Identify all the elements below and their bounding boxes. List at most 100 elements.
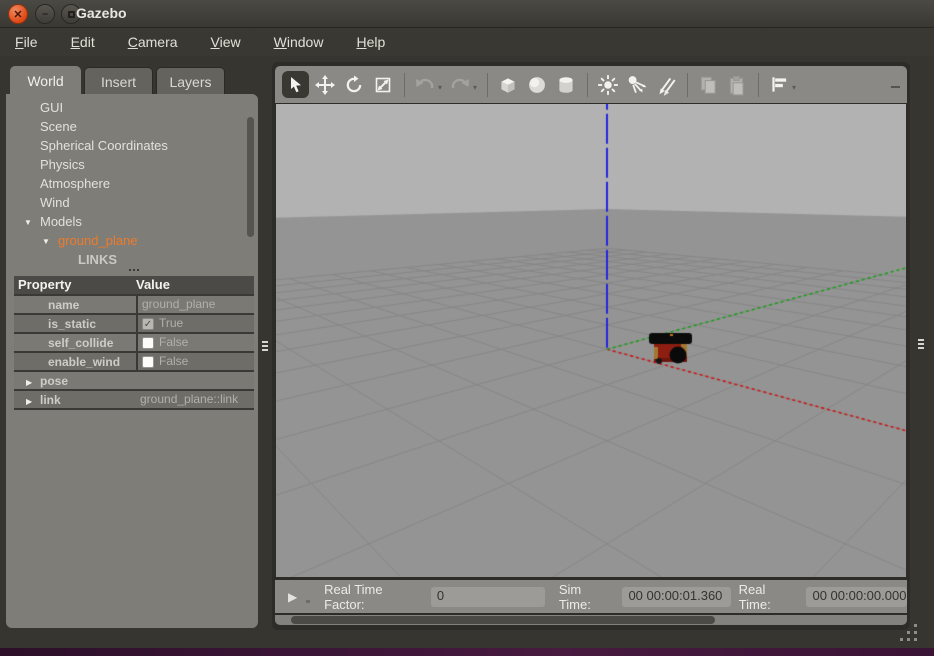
cube-icon <box>497 74 519 96</box>
tree-item-wind[interactable]: Wind <box>6 193 258 212</box>
property-value: ground_plane <box>136 296 254 313</box>
viewport-canvas[interactable] <box>276 104 906 577</box>
tree-item-links[interactable]: LINKS <box>6 250 258 269</box>
point-light-button[interactable] <box>594 71 621 98</box>
paste-icon <box>726 74 748 96</box>
sphere-tool-button[interactable] <box>523 71 550 98</box>
scale-tool-button[interactable] <box>369 71 396 98</box>
align-icon <box>768 74 790 96</box>
select-tool-button[interactable] <box>282 71 309 98</box>
property-row-is_static[interactable]: is_static✓True <box>14 313 254 332</box>
expand-arrow-icon[interactable]: ▼ <box>42 232 58 251</box>
titlebar[interactable]: ✕ – Gazebo <box>0 0 934 28</box>
tree-item-ground-plane[interactable]: ▼ground_plane <box>6 231 258 250</box>
align-tool-button[interactable] <box>765 71 792 98</box>
panel-splitter-handle-icon[interactable] <box>126 268 142 273</box>
menu-item-edit[interactable]: Edit <box>60 31 106 53</box>
property-row-self_collide[interactable]: self_collideFalse <box>14 332 254 351</box>
property-row-name[interactable]: nameground_plane <box>14 294 254 313</box>
scene-tree: GUISceneSpherical CoordinatesPhysicsAtmo… <box>6 98 258 269</box>
collapse-arrow-icon[interactable]: ▶ <box>26 392 40 411</box>
horizontal-scrollbar-handle[interactable] <box>291 616 715 624</box>
menu-item-file[interactable]: File <box>4 31 49 53</box>
checkbox-is_static[interactable]: ✓ <box>142 318 154 330</box>
toolbar-separator <box>687 73 688 97</box>
tab-insert[interactable]: Insert <box>84 67 153 95</box>
property-value: ✓True <box>136 315 254 332</box>
tree-item-gui[interactable]: GUI <box>6 98 258 117</box>
real-time-value: 00 00:00:00.000 <box>806 587 907 607</box>
sim-time-label: Sim Time: <box>559 582 615 612</box>
minimize-icon[interactable]: – <box>35 4 55 24</box>
toolbar-separator <box>758 73 759 97</box>
copy-button[interactable] <box>694 71 721 98</box>
checkbox-enable_wind[interactable] <box>142 356 154 368</box>
menu-item-view[interactable]: View <box>200 31 252 53</box>
property-column-header: Property <box>14 276 136 294</box>
right-splitter-handle-icon[interactable] <box>917 336 924 352</box>
world-panel: GUISceneSpherical CoordinatesPhysicsAtmo… <box>6 94 258 628</box>
property-row-enable_wind[interactable]: enable_windFalse <box>14 351 254 370</box>
tab-world[interactable]: World <box>10 66 81 95</box>
resize-grip-icon[interactable] <box>900 624 920 642</box>
collapse-arrow-icon[interactable]: ▶ <box>26 373 40 392</box>
step-button[interactable] <box>306 600 310 603</box>
tree-item-models[interactable]: ▼Models <box>6 212 258 231</box>
tree-scrollbar[interactable] <box>247 117 254 237</box>
property-name: self_collide <box>14 334 136 351</box>
redo-arrow-icon <box>449 75 471 95</box>
menu-item-camera[interactable]: Camera <box>117 31 189 53</box>
tree-item-spherical-coordinates[interactable]: Spherical Coordinates <box>6 136 258 155</box>
toolbar-separator <box>404 73 405 97</box>
tree-item-physics[interactable]: Physics <box>6 155 258 174</box>
sim-time-value: 00 00:00:01.360 <box>622 587 730 607</box>
undo-history-button[interactable]: ▾ <box>438 83 442 92</box>
tab-layers[interactable]: Layers <box>156 67 225 95</box>
undo-arrow-icon <box>414 75 436 95</box>
paste-button[interactable] <box>723 71 750 98</box>
property-table: Property Value nameground_planeis_static… <box>14 276 254 410</box>
directional-light-button[interactable] <box>652 71 679 98</box>
translate-tool-button[interactable] <box>311 71 338 98</box>
property-row-link[interactable]: ▶linkground_plane::link <box>14 389 254 408</box>
redo-history-button[interactable]: ▾ <box>473 83 477 92</box>
tree-item-scene[interactable]: Scene <box>6 117 258 136</box>
spot-light-icon <box>626 74 648 96</box>
right-panel-collapse-button[interactable] <box>891 86 900 88</box>
real-time-label: Real Time: <box>739 582 799 612</box>
arrow-cursor-icon <box>286 75 306 95</box>
spot-light-button[interactable] <box>623 71 650 98</box>
close-icon[interactable]: ✕ <box>8 4 28 24</box>
rotate-tool-button[interactable] <box>340 71 367 98</box>
copy-icon <box>697 74 719 96</box>
cylinder-tool-button[interactable] <box>552 71 579 98</box>
property-value <box>136 372 254 389</box>
value-column-header: Value <box>136 276 254 294</box>
property-name: ▶pose <box>14 372 136 389</box>
property-row-pose[interactable]: ▶pose <box>14 370 254 389</box>
expand-time-panel-icon[interactable]: ▶ <box>288 590 297 604</box>
expand-arrow-icon[interactable]: ▼ <box>24 213 40 232</box>
align-menu-button[interactable]: ▾ <box>792 83 796 92</box>
redo-button[interactable] <box>446 71 473 98</box>
tree-item-atmosphere[interactable]: Atmosphere <box>6 174 258 193</box>
window-title: Gazebo <box>76 5 127 21</box>
sphere-icon <box>526 74 548 96</box>
box-tool-button[interactable] <box>494 71 521 98</box>
menubar: File Edit Camera View Window Help <box>0 28 934 56</box>
property-name: is_static <box>14 315 136 332</box>
desktop-background <box>0 648 934 656</box>
rotate-arrows-icon <box>344 75 364 95</box>
toolbar-separator <box>487 73 488 97</box>
toolbar-separator <box>587 73 588 97</box>
undo-button[interactable] <box>411 71 438 98</box>
property-name: ▶link <box>14 391 136 408</box>
menu-item-window[interactable]: Window <box>263 31 335 53</box>
property-value: False <box>136 334 254 351</box>
cylinder-icon <box>555 74 577 96</box>
menu-item-help[interactable]: Help <box>345 31 396 53</box>
render-panel: ▾ ▾ <box>272 62 910 630</box>
checkbox-self_collide[interactable] <box>142 337 154 349</box>
left-splitter-handle-icon[interactable] <box>261 338 268 354</box>
horizontal-scrollbar[interactable] <box>275 615 907 625</box>
